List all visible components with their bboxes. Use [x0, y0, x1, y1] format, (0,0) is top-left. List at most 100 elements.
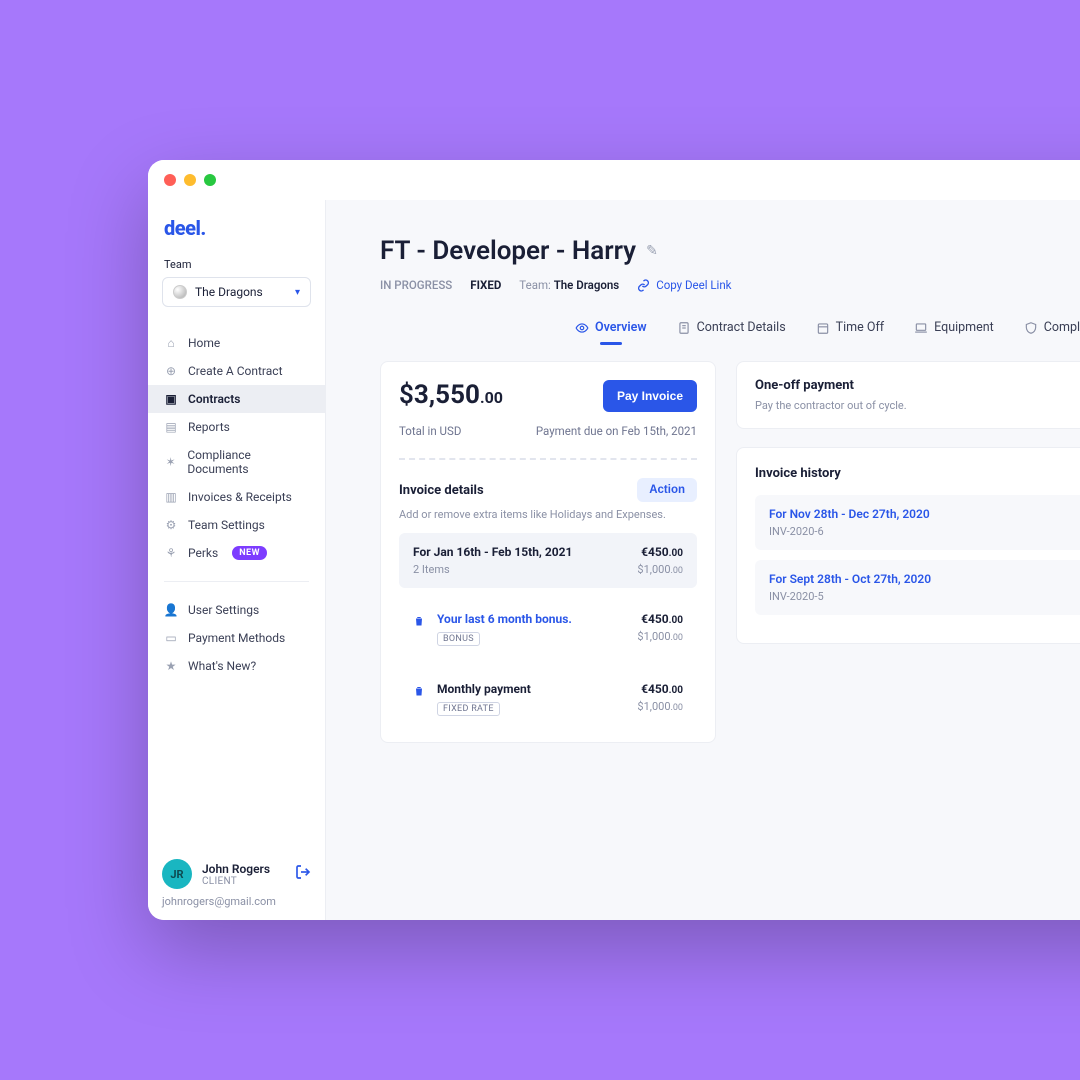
nav-create-contract[interactable]: ⊕ Create A Contract — [148, 357, 325, 385]
tabs: Overview Contract Details Time Off Equip… — [380, 320, 1080, 341]
line-converted-cents: .00 — [671, 703, 684, 713]
team-selected-name: The Dragons — [195, 285, 263, 299]
team-label: Team — [148, 258, 325, 277]
team-meta-name: The Dragons — [554, 278, 620, 292]
contract-type: FIXED — [470, 278, 501, 292]
nav-separator — [164, 581, 309, 582]
user-email: johnrogers@gmail.com — [162, 895, 311, 908]
nav-home[interactable]: ⌂ Home — [148, 329, 325, 357]
new-badge: NEW — [232, 546, 267, 560]
sidebar: deel Team The Dragons ▾ ⌂ Home ⊕ Create … — [148, 200, 326, 920]
team-selector[interactable]: The Dragons ▾ — [162, 277, 311, 307]
line-title: For Jan 16th - Feb 15th, 2021 — [413, 545, 627, 559]
receipt-icon: ▥ — [164, 490, 178, 504]
document-icon: ▣ — [164, 392, 178, 406]
brand-logo: deel — [148, 216, 325, 258]
line-sub: 2 Items — [413, 563, 627, 576]
tab-time-off[interactable]: Time Off — [816, 320, 884, 341]
user-role: CLIENT — [202, 876, 285, 887]
history-item[interactable]: For Nov 28th - Dec 27th, 2020 INV-2020-6… — [755, 495, 1080, 550]
line-converted-cents: .00 — [671, 566, 684, 576]
nav-payment-methods[interactable]: ▭ Payment Methods — [148, 624, 325, 652]
nav-label: Home — [188, 336, 220, 350]
main-content: ? FT - Developer - Harry ✎ IN PROGRESS F… — [326, 200, 1080, 920]
line-amount: €450 — [641, 682, 669, 696]
amount-whole: 3,550 — [414, 380, 480, 410]
logout-icon[interactable] — [295, 864, 311, 884]
history-period[interactable]: For Sept 28th - Oct 27th, 2020 — [769, 572, 931, 586]
tab-label: Time Off — [836, 320, 884, 335]
tab-label: Contract Details — [697, 320, 786, 335]
shield-icon: ✶ — [164, 455, 177, 469]
team-avatar-icon — [173, 285, 187, 299]
invoice-line-summary[interactable]: For Jan 16th - Feb 15th, 2021 2 Items €4… — [399, 533, 697, 588]
line-converted: $1,000 — [637, 563, 670, 576]
nav-label: Create A Contract — [188, 364, 283, 378]
star-icon: ★ — [164, 659, 178, 673]
invoice-details-title: Invoice details — [399, 483, 484, 498]
pay-invoice-button[interactable]: Pay Invoice — [603, 380, 697, 412]
primary-nav: ⌂ Home ⊕ Create A Contract ▣ Contracts ▤… — [148, 329, 325, 680]
nav-contracts[interactable]: ▣ Contracts — [148, 385, 325, 413]
contract-meta: IN PROGRESS FIXED Team: The Dragons Copy… — [380, 278, 1080, 292]
oneoff-title: One-off payment — [755, 378, 907, 393]
invoice-card: $3,550.00 Pay Invoice Total in USD Payme… — [380, 361, 716, 743]
line-converted: $1,000 — [637, 700, 670, 713]
nav-reports[interactable]: ▤ Reports — [148, 413, 325, 441]
document-icon — [677, 321, 691, 335]
user-avatar[interactable]: JR — [162, 859, 192, 889]
chart-icon: ▤ — [164, 420, 178, 434]
history-id: INV-2020-5 — [769, 590, 931, 603]
nav-label: Payment Methods — [188, 631, 285, 645]
card-icon: ▭ — [164, 631, 178, 645]
nav-label: Team Settings — [188, 518, 265, 532]
line-amount: €450 — [641, 545, 669, 559]
gear-icon: ⚙ — [164, 518, 178, 532]
maximize-dot[interactable] — [204, 174, 216, 186]
nav-label: What's New? — [188, 659, 256, 673]
trash-icon[interactable] — [413, 683, 427, 702]
minimize-dot[interactable] — [184, 174, 196, 186]
invoice-amount: $3,550.00 — [399, 380, 503, 410]
nav-invoices[interactable]: ▥ Invoices & Receipts — [148, 483, 325, 511]
tab-compliance[interactable]: Compliance Documents — [1024, 320, 1080, 341]
page-title: FT - Developer - Harry — [380, 236, 636, 266]
eye-icon — [575, 321, 589, 335]
tab-label: Compliance Documents — [1044, 320, 1080, 335]
line-amount-cents: .00 — [669, 548, 683, 559]
nav-label: Invoices & Receipts — [188, 490, 292, 504]
copy-link-label: Copy Deel Link — [656, 278, 731, 292]
history-title: Invoice history — [755, 466, 1080, 481]
tab-contract-details[interactable]: Contract Details — [677, 320, 786, 341]
history-item[interactable]: For Sept 28th - Oct 27th, 2020 INV-2020-… — [755, 560, 1080, 615]
edit-icon[interactable]: ✎ — [646, 243, 658, 259]
nav-compliance[interactable]: ✶ Compliance Documents — [148, 441, 325, 483]
user-icon: 👤 — [164, 603, 178, 617]
laptop-icon — [914, 321, 928, 335]
currency-symbol: $ — [399, 380, 414, 410]
line-converted-cents: .00 — [671, 633, 684, 643]
copy-deel-link[interactable]: Copy Deel Link — [637, 278, 731, 292]
home-icon: ⌂ — [164, 336, 178, 350]
history-period[interactable]: For Nov 28th - Dec 27th, 2020 — [769, 507, 930, 521]
user-name: John Rogers — [202, 862, 285, 876]
tab-equipment[interactable]: Equipment — [914, 320, 994, 341]
invoice-details-action-button[interactable]: Action — [637, 478, 697, 502]
line-title-link[interactable]: Your last 6 month bonus. — [437, 612, 627, 626]
trash-icon[interactable] — [413, 613, 427, 632]
line-amount-cents: .00 — [669, 615, 683, 626]
due-label: Payment due on Feb 15th, 2021 — [536, 424, 697, 438]
gift-icon: ⚘ — [164, 546, 178, 560]
line-title: Monthly payment — [437, 682, 627, 696]
status-badge: IN PROGRESS — [380, 278, 452, 292]
oneoff-card: One-off payment Pay the contractor out o… — [736, 361, 1080, 429]
close-dot[interactable] — [164, 174, 176, 186]
invoice-details-sub: Add or remove extra items like Holidays … — [399, 508, 697, 521]
oneoff-sub: Pay the contractor out of cycle. — [755, 399, 907, 412]
tab-overview[interactable]: Overview — [575, 320, 647, 341]
amount-cents: .00 — [480, 388, 503, 407]
nav-user-settings[interactable]: 👤 User Settings — [148, 596, 325, 624]
nav-team-settings[interactable]: ⚙ Team Settings — [148, 511, 325, 539]
nav-perks[interactable]: ⚘ Perks NEW — [148, 539, 325, 567]
nav-whats-new[interactable]: ★ What's New? — [148, 652, 325, 680]
